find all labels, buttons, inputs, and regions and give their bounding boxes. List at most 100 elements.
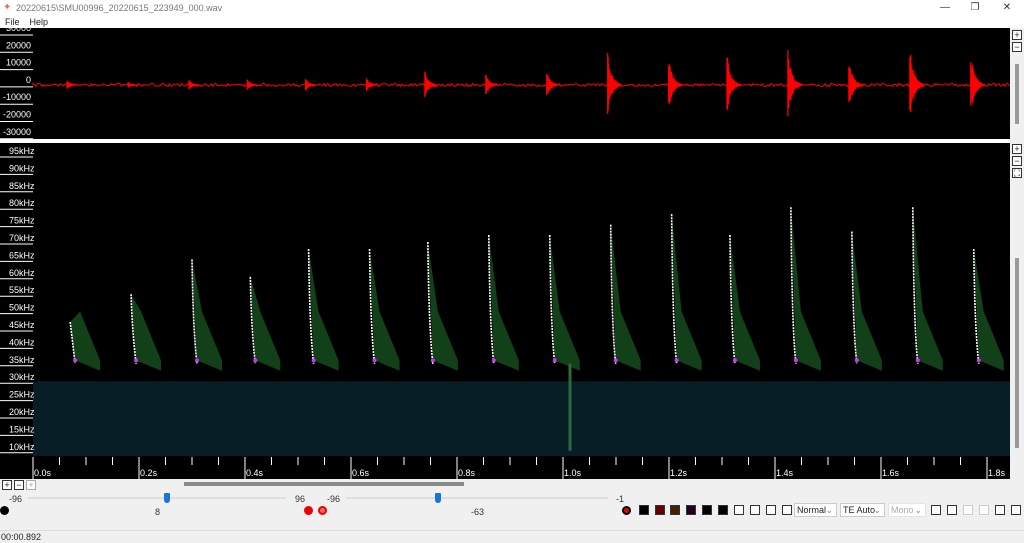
first-icon[interactable] — [931, 505, 941, 515]
slider1-value: 8 — [155, 507, 160, 517]
time-label: 0.4s — [246, 468, 264, 478]
record-alt-icon[interactable] — [318, 506, 327, 515]
wave-call-burst — [189, 80, 203, 89]
close-button[interactable]: ✕ — [992, 0, 1022, 16]
play-icon[interactable] — [782, 505, 792, 515]
noise-band — [33, 381, 1010, 459]
range-slider[interactable] — [346, 497, 608, 499]
minimize-button[interactable]: — — [930, 0, 960, 16]
channel-value: Mono — [891, 505, 914, 515]
wave-y-label: 10000 — [6, 58, 31, 68]
time-axis — [33, 456, 1010, 479]
slider1-min: -96 — [9, 494, 22, 504]
freq-label: 15kHz — [9, 424, 35, 434]
freq-label: 50kHz — [9, 303, 35, 313]
waveform-panel[interactable]: 30000 20000 10000 0 -10000 -20000 -30000 — [0, 28, 1010, 139]
call-peak — [73, 358, 77, 362]
te-value: TE Auto — [843, 505, 875, 515]
spec-zoom-out-button[interactable]: − — [1012, 156, 1022, 166]
freq-label: 75kHz — [9, 216, 35, 226]
grid-icon[interactable] — [766, 505, 776, 515]
time-scrollbar[interactable] — [184, 482, 464, 486]
status-bar: 00:00.892 — [0, 530, 1024, 542]
bars-horizontal-icon[interactable] — [718, 505, 728, 515]
prev-sub-icon[interactable] — [963, 505, 973, 515]
call-peak — [977, 358, 981, 362]
call-echo — [611, 225, 641, 371]
call-peak — [733, 358, 737, 362]
marker-icon[interactable] — [622, 506, 631, 515]
waveform-baseline — [33, 84, 1010, 87]
title-bar: ✦ 20220615\SMU00996_20220615_223949_000.… — [0, 0, 1024, 16]
wave-y-label: 30000 — [6, 28, 31, 33]
time-zoom-in-button[interactable]: + — [2, 480, 12, 490]
point-tool-icon[interactable] — [639, 505, 649, 515]
wave-call-burst — [971, 62, 985, 105]
wave-call-burst — [788, 50, 802, 116]
gain-slider-thumb[interactable] — [164, 493, 170, 503]
spectrogram-panel[interactable]: 95kHz 90kHz 85kHz 80kHz 75kHz 70kHz 65kHz 60kHz… — [0, 143, 1010, 479]
time-label: 0.0s — [34, 468, 52, 478]
wave-call-burst — [247, 80, 260, 90]
zoom-box-icon[interactable] — [750, 505, 760, 515]
time-label: 1.4s — [776, 468, 794, 478]
wave-call-burst — [486, 75, 500, 94]
call-echo — [791, 207, 821, 371]
gain-slider[interactable] — [28, 497, 286, 499]
mode-select[interactable]: Normal ⌄ — [794, 503, 837, 517]
freq-label: 90kHz — [9, 163, 35, 173]
slider2-max: -1 — [616, 494, 624, 504]
range-slider-thumb[interactable] — [435, 493, 441, 503]
window-title: 20220615\SMU00996_20220615_223949_000.wa… — [16, 3, 222, 13]
call-peak — [134, 358, 138, 362]
time-label: 1.2s — [670, 468, 688, 478]
slope-tool-icon[interactable] — [670, 505, 680, 515]
next-icon[interactable] — [995, 505, 1005, 515]
te-select[interactable]: TE Auto ⌄ — [840, 503, 885, 517]
time-label: 0.6s — [352, 468, 370, 478]
wave-y-label: -30000 — [3, 127, 31, 137]
call-peak — [312, 358, 316, 362]
time-zoom-out-button[interactable]: − — [14, 480, 24, 490]
wave-call-burst — [128, 82, 142, 87]
record-icon[interactable] — [304, 506, 313, 515]
call-peak — [614, 358, 618, 362]
time-fit-button[interactable]: + — [26, 480, 36, 490]
freq-label: 20kHz — [9, 407, 35, 417]
wave-zoom-out-button[interactable]: − — [1012, 42, 1022, 52]
channel-select[interactable]: Mono ⌄ — [888, 503, 926, 517]
freq-label: 85kHz — [9, 181, 35, 191]
spec-scrollbar[interactable] — [1015, 258, 1019, 448]
time-label: 1.6s — [882, 468, 900, 478]
time-label: 1.0s — [564, 468, 582, 478]
time-label: 0.8s — [458, 468, 476, 478]
wave-call-burst — [849, 66, 863, 101]
black-dot-icon[interactable] — [0, 506, 9, 515]
spec-zoom-in-button[interactable]: + — [1012, 144, 1022, 154]
call-peak — [794, 358, 798, 362]
mode-value: Normal — [797, 505, 826, 515]
last-icon[interactable] — [1011, 505, 1021, 515]
call-peak — [492, 358, 496, 362]
call-peak — [373, 358, 377, 362]
spec-fit-button[interactable]: ⛶ — [1012, 168, 1022, 178]
wave-y-label: -20000 — [3, 110, 31, 120]
restore-button[interactable]: ❐ — [960, 0, 990, 16]
wave-call-burst — [367, 78, 381, 90]
bars-vertical-icon[interactable] — [702, 505, 712, 515]
menu-file[interactable]: File — [5, 16, 20, 28]
freq-label: 80kHz — [9, 198, 35, 208]
next-sub-icon[interactable] — [979, 505, 989, 515]
wave-scrollbar[interactable] — [1015, 64, 1019, 124]
wave-call-burst — [425, 72, 439, 97]
diag-tool-icon[interactable] — [686, 505, 696, 515]
info-icon[interactable] — [734, 505, 744, 515]
app-icon: ✦ — [3, 3, 13, 13]
prev-icon[interactable] — [947, 505, 957, 515]
freq-label: 60kHz — [9, 268, 35, 278]
line-tool-icon[interactable] — [655, 505, 665, 515]
wave-call-burst — [910, 55, 924, 112]
slider2-min: -96 — [327, 494, 340, 504]
wave-zoom-in-button[interactable]: + — [1012, 30, 1022, 40]
menu-help[interactable]: Help — [30, 16, 49, 28]
